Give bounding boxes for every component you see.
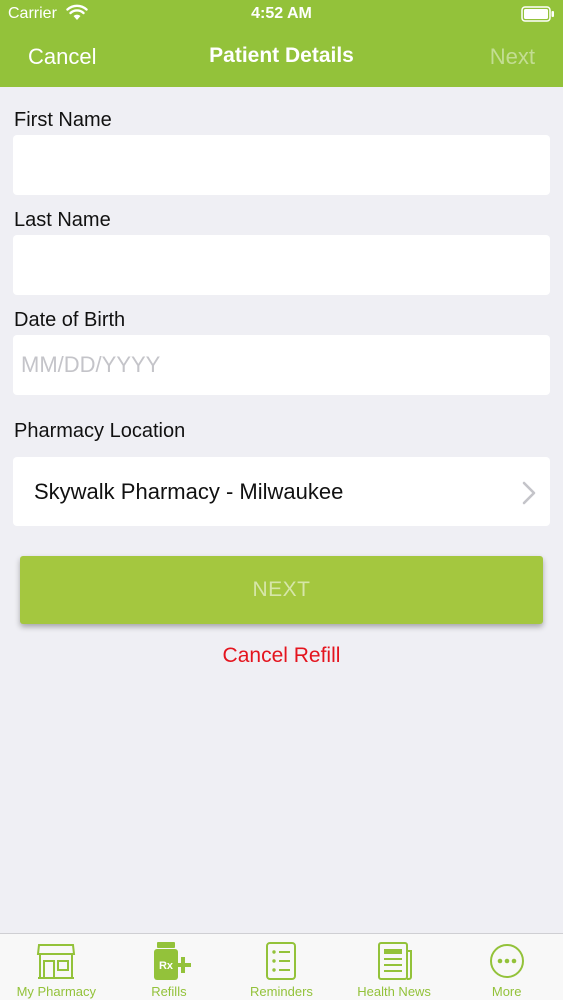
- reminders-list-icon: [266, 942, 297, 980]
- tab-refills[interactable]: Rx Refills: [113, 934, 226, 1000]
- nav-next-button[interactable]: Next: [490, 44, 535, 70]
- last-name-label: Last Name: [14, 209, 111, 231]
- tab-label: Reminders: [250, 984, 313, 999]
- tab-more[interactable]: More: [450, 934, 563, 1000]
- tab-label: My Pharmacy: [16, 984, 97, 999]
- date-of-birth-field[interactable]: [13, 335, 550, 395]
- navigation-bar: Cancel Patient Details Next: [0, 36, 563, 80]
- tab-label: Refills: [151, 984, 187, 999]
- page-title: Patient Details: [209, 44, 354, 67]
- last-name-field[interactable]: [13, 235, 550, 295]
- pharmacy-icon: [37, 944, 76, 979]
- pharmacy-location-label: Pharmacy Location: [14, 420, 186, 442]
- tab-health-news[interactable]: Health News: [338, 934, 451, 1000]
- chevron-right-icon: [522, 481, 536, 505]
- first-name-label: First Name: [14, 109, 112, 131]
- pharmacy-location-selector[interactable]: Skywalk Pharmacy - Milwaukee: [13, 457, 550, 526]
- status-time: 4:52 AM: [251, 5, 312, 22]
- tab-my-pharmacy[interactable]: My Pharmacy: [0, 934, 113, 1000]
- date-of-birth-label: Date of Birth: [14, 309, 126, 331]
- battery-icon: [521, 6, 554, 22]
- next-button[interactable]: NEXT: [20, 556, 543, 624]
- tab-bar: My Pharmacy Rx Refills Reminders Health …: [0, 933, 563, 1000]
- tab-label: More: [491, 984, 522, 999]
- status-bar: Carrier 4:52 AM: [0, 0, 563, 30]
- tab-reminders[interactable]: Reminders: [225, 934, 338, 1000]
- pharmacy-location-value: Skywalk Pharmacy - Milwaukee: [34, 479, 344, 504]
- app-header: Carrier 4:52 AM Cancel Patient Details N…: [0, 0, 563, 87]
- cancel-refill-link[interactable]: Cancel Refill: [0, 644, 563, 668]
- tab-label: Health News: [357, 984, 431, 999]
- more-icon: [489, 944, 524, 978]
- first-name-field[interactable]: [13, 135, 550, 195]
- rx-refill-icon: Rx: [153, 942, 191, 980]
- news-icon: [378, 942, 413, 980]
- svg-text:Rx: Rx: [159, 960, 174, 972]
